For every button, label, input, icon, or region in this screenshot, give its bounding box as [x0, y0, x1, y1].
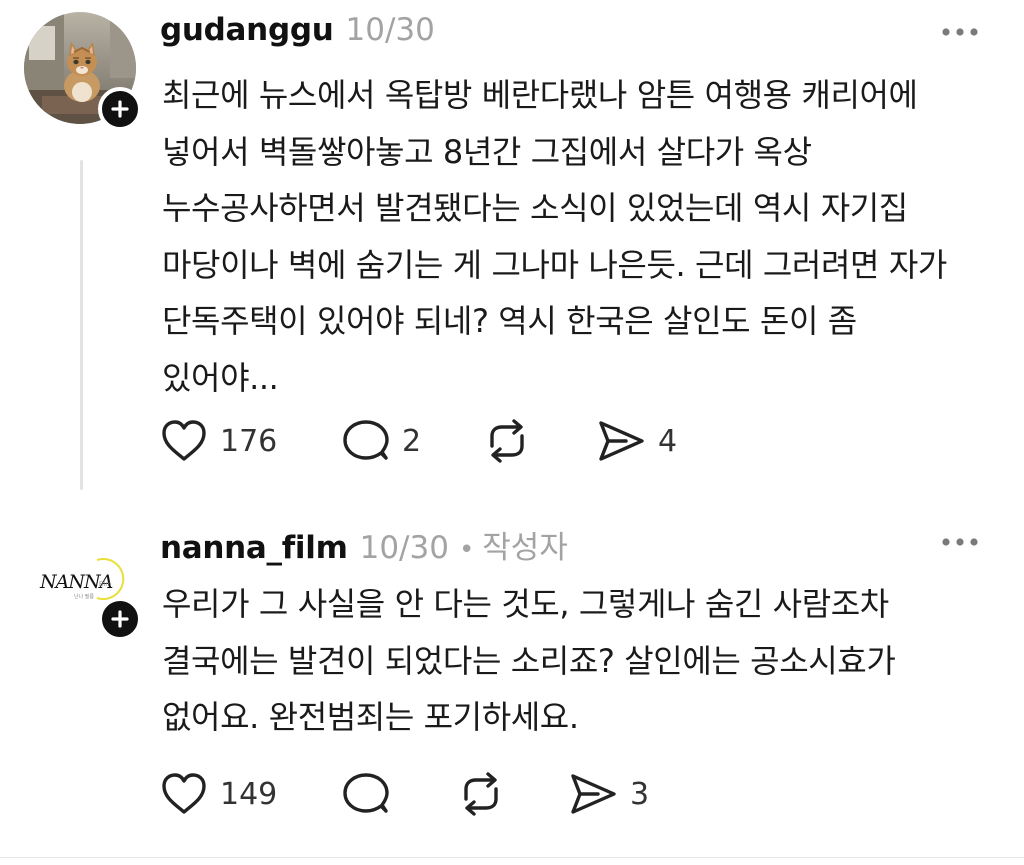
- username[interactable]: gudanggu: [160, 12, 334, 48]
- more-dots-icon: [942, 28, 978, 36]
- meta-separator: •: [458, 535, 475, 565]
- author-tag: 작성자: [482, 530, 568, 566]
- like-button[interactable]: 149: [160, 769, 277, 819]
- post-header: gudanggu 10/30: [160, 12, 435, 48]
- post-text-line: 최근에 뉴스에서 옥탑방 베란다랬나 암튼 여행용 캐리어에: [162, 76, 918, 114]
- post-text-line: 단독주택이 있어야 되네? 역시 한국은 살인도 돈이 좀: [162, 302, 857, 340]
- post-header: nanna_film 10/30 • 작성자: [160, 522, 568, 567]
- plus-icon: [111, 100, 129, 118]
- action-bar: 149 3: [160, 769, 720, 819]
- post-text-line: 넣어서 벽돌쌓아놓고 8년간 그집에서 살다가 옥상: [162, 132, 812, 171]
- repost-icon: [490, 419, 524, 463]
- more-options-button[interactable]: [938, 530, 982, 554]
- reply-button[interactable]: 2: [342, 416, 421, 466]
- thread-line: [80, 160, 83, 490]
- share-button[interactable]: 3: [568, 769, 649, 819]
- post-text-line: 없어요. 완전범죄는 포기하세요.: [162, 698, 579, 736]
- like-button[interactable]: 176: [160, 416, 277, 466]
- username[interactable]: nanna_film: [160, 530, 348, 566]
- post-text-line: 마당이나 벽에 숨기는 게 그나마 나은듯. 근데 그러려면 자가: [162, 245, 947, 284]
- more-options-button[interactable]: [938, 20, 982, 44]
- like-count: 149: [220, 776, 278, 812]
- share-count: 3: [630, 776, 650, 812]
- bottom-divider: [0, 857, 1024, 858]
- post-body: 우리가 그 사실을 안 다는 것도, 그렇게나 숨긴 사람조차 결국에는 발견이…: [162, 576, 982, 746]
- like-count: 176: [220, 423, 278, 459]
- reply-count: 2: [402, 423, 422, 459]
- more-dots-icon: [942, 538, 978, 546]
- timestamp: 10/30: [359, 530, 449, 566]
- logo-small: 난나 필름: [74, 593, 94, 600]
- post-text-line: 결국에는 발견이 되었다는 소리죠? 살인에는 공소시효가: [162, 641, 896, 680]
- post-nanna-film: NANNA Film 난나 필름 nanna_film 10/30 • 작성자 …: [0, 510, 1024, 865]
- follow-button[interactable]: [98, 87, 142, 131]
- action-bar: 176 2 4: [160, 416, 720, 466]
- reply-button[interactable]: [342, 769, 390, 819]
- follow-button[interactable]: [98, 597, 142, 641]
- post-text-line: 누수공사하면서 발견됐다는 소식이 있었는데 역시 자기집: [162, 189, 908, 227]
- plus-icon: [111, 610, 129, 628]
- share-button[interactable]: 4: [596, 416, 677, 466]
- post-text-line: 우리가 그 사실을 안 다는 것도, 그렇게나 숨긴 사람조차: [162, 585, 889, 623]
- comment-bubble-icon: [343, 773, 389, 813]
- heart-icon: [162, 773, 206, 814]
- timestamp: 10/30: [345, 12, 435, 48]
- post-body: 최근에 뉴스에서 옥탑방 베란다랬나 암튼 여행용 캐리어에 넣어서 벽돌쌓아놓…: [162, 67, 982, 406]
- heart-icon: [162, 420, 206, 461]
- repost-button[interactable]: [482, 416, 532, 466]
- share-send-icon: [599, 421, 644, 461]
- share-count: 4: [658, 423, 678, 459]
- logo-sub: Film: [99, 581, 111, 588]
- post-gudanggu: gudanggu 10/30 최근에 뉴스에서 옥탑방 베란다랬나 암튼 여행용…: [0, 0, 1024, 510]
- comment-bubble-icon: [343, 420, 389, 460]
- post-text-line: 있어야...: [162, 358, 279, 397]
- repost-button[interactable]: [456, 769, 506, 819]
- share-send-icon: [571, 774, 616, 814]
- repost-icon: [464, 772, 498, 816]
